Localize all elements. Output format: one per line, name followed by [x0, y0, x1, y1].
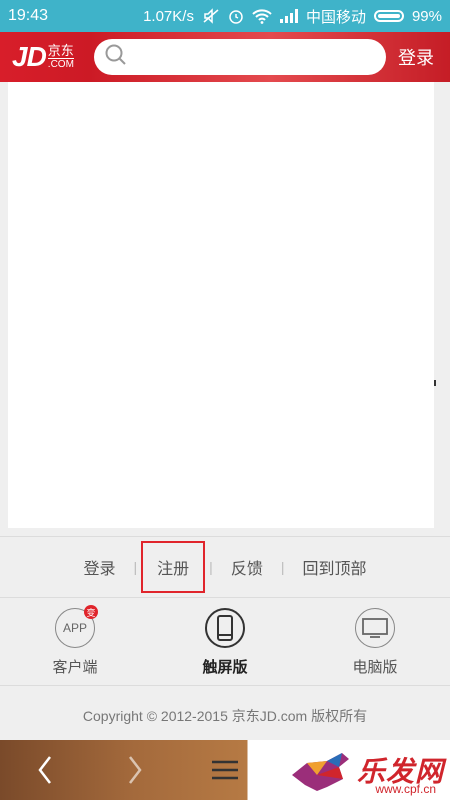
footer-register-link[interactable]: 注册 — [141, 541, 206, 593]
status-right: 1.07K/s 中国移动 99% — [143, 6, 442, 27]
version-pc-label: 电脑版 — [352, 659, 398, 676]
back-icon[interactable] — [0, 755, 90, 785]
carrier-name: 中国移动 — [305, 8, 366, 26]
version-touch-label: 触屏版 — [202, 659, 248, 676]
app-icon-text: APP — [62, 621, 87, 635]
phone-icon — [205, 608, 245, 648]
version-pc[interactable]: 电脑版 — [320, 608, 430, 685]
copyright-text: Copyright © 2012-2015 京东JD.com 版权所有 — [82, 708, 368, 724]
battery-icon — [373, 10, 404, 22]
mute-icon — [202, 8, 220, 24]
app-icon: APP 变 — [55, 605, 98, 648]
status-bar: 19:43 1.07K/s 中国移动 99% — [0, 0, 450, 32]
battery-percent: 99% — [411, 7, 442, 25]
app-badge: 变 — [84, 605, 98, 619]
logo-cn: 京东 — [47, 43, 74, 58]
logo-subtext: 京东 .COM — [47, 43, 74, 70]
footer-login-link[interactable]: 登录 — [66, 555, 134, 579]
search-input[interactable] — [134, 48, 386, 66]
header-login-button[interactable]: 登录 — [398, 44, 434, 70]
jd-logo[interactable]: JD 京东 .COM — [0, 32, 84, 82]
signal-icon — [279, 9, 298, 23]
network-speed: 1.07K/s — [143, 7, 194, 25]
footer-feedback-link[interactable]: 反馈 — [213, 555, 281, 579]
divider: | — [133, 559, 138, 575]
version-app[interactable]: APP 变 客户端 — [20, 605, 130, 685]
main-content — [8, 82, 434, 528]
bull-logo-icon — [291, 753, 349, 791]
watermark-url: www.cpf.cn — [375, 782, 436, 796]
footer-links: 登录 | 注册 | 反馈 | 回到顶部 — [0, 536, 450, 598]
footer-back-to-top-link[interactable]: 回到顶部 — [284, 555, 384, 579]
watermark-logo: 乐发网 www.cpf.cn — [244, 742, 444, 798]
forward-icon[interactable] — [90, 755, 180, 785]
header-bar: JD 京东 .COM 登录 — [0, 32, 450, 82]
logo-jd-text: JD — [12, 41, 47, 72]
search-box[interactable] — [94, 39, 386, 75]
alarm-icon — [228, 8, 244, 24]
scrollbar[interactable] — [434, 380, 436, 386]
logo-com: .COM — [47, 58, 74, 70]
version-touch[interactable]: 触屏版 — [170, 608, 280, 685]
status-time: 19:43 — [8, 7, 49, 24]
wifi-icon — [252, 8, 272, 24]
version-switcher: APP 变 客户端 触屏版 电脑版 — [0, 598, 450, 686]
monitor-icon — [355, 608, 395, 648]
search-icon — [104, 43, 128, 72]
version-app-label: 客户端 — [52, 659, 98, 676]
